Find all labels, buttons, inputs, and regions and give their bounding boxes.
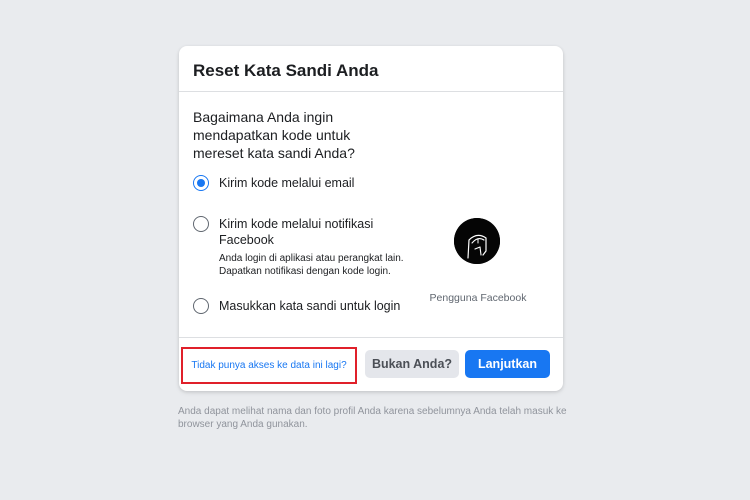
option-email-text: Kirim kode melalui email <box>219 175 409 191</box>
profile-name: Pengguna Facebook <box>429 292 527 304</box>
card-header: Reset Kata Sandi Anda <box>179 46 563 92</box>
option-facebook-notification-text: Kirim kode melalui notifikasi Facebook A… <box>219 216 409 278</box>
radio-password-login[interactable] <box>193 298 209 314</box>
default-avatar-icon <box>454 218 500 264</box>
option-password-login[interactable]: Masukkan kata sandi untuk login <box>193 298 409 314</box>
card-footer: Tidak punya akses ke data ini lagi? Buka… <box>179 338 563 391</box>
radio-facebook-notification[interactable] <box>193 216 209 232</box>
radio-email[interactable] <box>193 175 209 191</box>
reset-password-card: Reset Kata Sandi Anda Bagaimana Anda ing… <box>179 46 563 391</box>
option-facebook-notification-label: Kirim kode melalui notifikasi Facebook <box>219 217 374 247</box>
option-password-login-label: Masukkan kata sandi untuk login <box>219 299 401 313</box>
avatar-silhouette-icon <box>454 218 500 264</box>
option-email-label: Kirim kode melalui email <box>219 176 355 190</box>
option-password-login-text: Masukkan kata sandi untuk login <box>219 298 409 314</box>
card-body: Bagaimana Anda ingin mendapatkan kode un… <box>179 92 563 338</box>
card-title: Reset Kata Sandi Anda <box>193 61 379 80</box>
continue-button[interactable]: Lanjutkan <box>465 350 550 378</box>
page: Reset Kata Sandi Anda Bagaimana Anda ing… <box>0 0 750 500</box>
option-facebook-notification-description: Anda login di aplikasi atau perangkat la… <box>219 253 404 277</box>
not-you-button[interactable]: Bukan Anda? <box>365 350 459 378</box>
option-email[interactable]: Kirim kode melalui email <box>193 175 409 191</box>
profile-visibility-note: Anda dapat melihat nama dan foto profil … <box>178 406 567 430</box>
no-access-link[interactable]: Tidak punya akses ke data ini lagi? <box>181 347 357 384</box>
option-facebook-notification[interactable]: Kirim kode melalui notifikasi Facebook A… <box>193 216 409 278</box>
reset-method-question: Bagaimana Anda ingin mendapatkan kode un… <box>193 109 355 161</box>
